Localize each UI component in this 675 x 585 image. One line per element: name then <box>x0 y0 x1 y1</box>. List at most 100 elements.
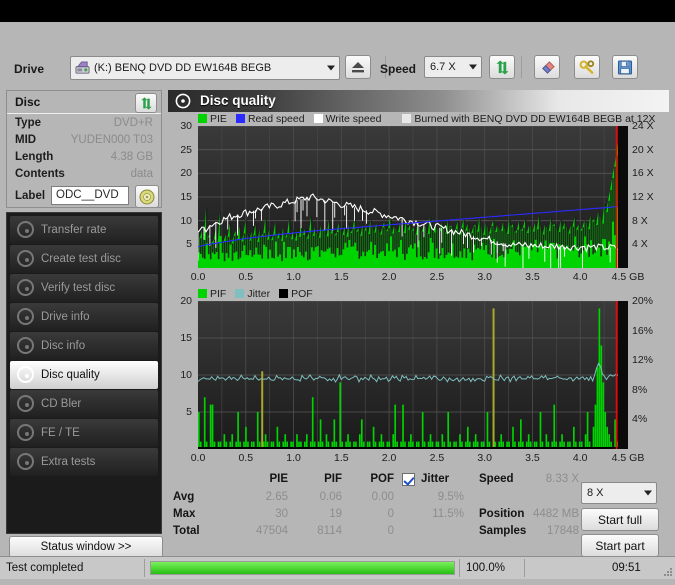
disc-icon <box>15 364 37 386</box>
start-part-button[interactable]: Start part <box>581 534 659 557</box>
disc-value: 4.38 GB <box>110 151 153 163</box>
jitter-checkbox[interactable] <box>402 473 415 486</box>
legend-label-jitter: Jitter <box>247 287 271 300</box>
stats-total-pof: 0 <box>387 525 394 537</box>
speed-value: 6.7 X <box>430 61 456 73</box>
save-button[interactable] <box>612 55 638 79</box>
disc-value: YUDEN000 T03 <box>70 134 153 146</box>
chevron-down-icon <box>469 64 477 70</box>
nav-item-label: Create test disc <box>41 253 121 265</box>
y-tick-right: 4 X <box>632 238 648 251</box>
stats-max-pof: 0 <box>387 508 394 520</box>
x-tick: 3.0 <box>477 271 492 283</box>
status-message: Test completed <box>6 562 84 574</box>
nav-item-disc-info[interactable]: Disc info <box>10 332 158 360</box>
legend-swatch-pof <box>279 289 289 298</box>
nav-item-drive-info[interactable]: Drive info <box>10 303 158 331</box>
disc-icon <box>15 306 37 328</box>
disc-panel-header: Disc <box>7 91 161 114</box>
nav-item-extra-tests[interactable]: Extra tests <box>10 448 158 476</box>
x-tick: 2.5 <box>429 452 445 464</box>
chevron-down-icon <box>644 490 652 496</box>
y-tick-right: 12 X <box>632 191 654 203</box>
drive-label: Drive <box>14 62 45 76</box>
x-tick: 3.5 <box>525 452 540 464</box>
progress-percent: 100.0% <box>466 562 506 574</box>
resize-grip-icon[interactable] <box>663 567 673 577</box>
pie-chart: PIE Read speed Write speed Burned with B… <box>168 112 669 287</box>
stats-max-pif: 19 <box>329 508 342 520</box>
nav-item-fe-te[interactable]: FE / TE <box>10 419 158 447</box>
disc-label-button[interactable] <box>135 185 159 208</box>
disc-icon <box>15 335 37 357</box>
speed-select[interactable]: 6.7 X <box>424 56 482 78</box>
target-speed-value: 8 X <box>587 487 604 499</box>
status-window-button[interactable]: Status window >> <box>9 536 163 558</box>
drive-select[interactable]: (K:) BENQ DVD DD EW164B BEGB <box>70 56 340 80</box>
x-tick: 0.0 <box>190 452 206 464</box>
x-tick: 4.5 GB <box>611 271 645 283</box>
nav-item-cd-bler[interactable]: CD Bler <box>10 390 158 418</box>
stats-max-pie: 30 <box>275 508 288 520</box>
speed-label: Speed <box>380 62 417 76</box>
page-title: Disc quality <box>200 93 276 108</box>
x-tick: 3.5 <box>525 271 540 283</box>
stats-avg-jitter: 9.5% <box>437 491 464 503</box>
disc-key: Contents <box>15 168 65 180</box>
y-tick-left: 20 <box>180 167 192 180</box>
status-divider-2 <box>459 559 460 577</box>
legend-swatch-burn-info <box>402 114 412 123</box>
target-speed-select[interactable]: 8 X <box>581 482 657 504</box>
nav-item-label: CD Bler <box>41 398 82 410</box>
legend-label-pof: POF <box>291 287 313 300</box>
legend-label-burn-info: Burned with BENQ DVD DD EW164B BEGB at 1… <box>414 112 656 125</box>
nav-item-label: Disc quality <box>41 369 100 381</box>
erase-button[interactable] <box>534 55 560 79</box>
disc-icon <box>15 422 37 444</box>
nav-item-label: Disc info <box>41 340 86 352</box>
y-tick-left: 15 <box>180 332 192 344</box>
eraser-icon <box>541 60 555 74</box>
start-full-button[interactable]: Start full <box>581 508 659 531</box>
disc-key: Length <box>15 151 54 163</box>
legend-swatch-jitter <box>235 289 245 298</box>
disc-row-length: Length 4.38 GB <box>7 150 161 167</box>
legend-label-read-speed: Read speed <box>247 112 305 125</box>
stats-col-pof: POF <box>370 473 394 485</box>
nav-item-transfer-rate[interactable]: Transfer rate <box>10 216 158 244</box>
pif-chart: PIF Jitter POF 20 15 10 5 20% 16% 12% 8% 4% 0.0 0.… <box>168 287 669 469</box>
y-tick-right: 20% <box>632 295 654 307</box>
content-title-bar: Disc quality <box>168 90 669 112</box>
tools-button[interactable] <box>574 55 600 79</box>
chevron-down-icon <box>327 65 335 71</box>
y-tick-right: 24 X <box>632 120 654 132</box>
y-tick-right: 16% <box>632 324 654 337</box>
status-divider-1 <box>144 559 145 577</box>
x-tick: 0.5 <box>238 452 254 464</box>
toolbar-divider-2 <box>521 56 522 78</box>
disc-label-input[interactable]: ODC__DVD <box>51 186 129 205</box>
stats-col-pif: PIF <box>324 473 342 485</box>
disc-refresh-button[interactable] <box>135 93 157 113</box>
disc-key: MID <box>15 134 37 146</box>
x-tick: 4.0 <box>572 271 588 283</box>
drive-icon <box>75 60 90 74</box>
refresh-speed-button[interactable] <box>489 55 515 79</box>
x-tick: 1.0 <box>286 452 301 464</box>
stats-row-label-max: Max <box>173 508 196 520</box>
y-tick-right: 20 X <box>632 143 654 156</box>
pif-plot-area <box>198 301 628 449</box>
application-window: File Start test Extra Help Drive (K:) BE… <box>0 0 675 585</box>
eject-button[interactable] <box>345 55 371 79</box>
disc-icon <box>15 248 37 270</box>
y-tick-left: 15 <box>180 191 192 203</box>
disc-value: data <box>130 168 153 180</box>
disc-icon <box>15 277 37 299</box>
nav-item-verify-test-disc[interactable]: Verify test disc <box>10 274 158 302</box>
nav-item-create-test-disc[interactable]: Create test disc <box>10 245 158 273</box>
stats-row-label-total: Total <box>173 525 200 537</box>
nav-item-disc-quality[interactable]: Disc quality <box>10 361 158 389</box>
nav-item-label: FE / TE <box>41 427 80 439</box>
disc-icon <box>15 393 37 415</box>
position-readout-value: 4482 MB <box>532 508 579 520</box>
